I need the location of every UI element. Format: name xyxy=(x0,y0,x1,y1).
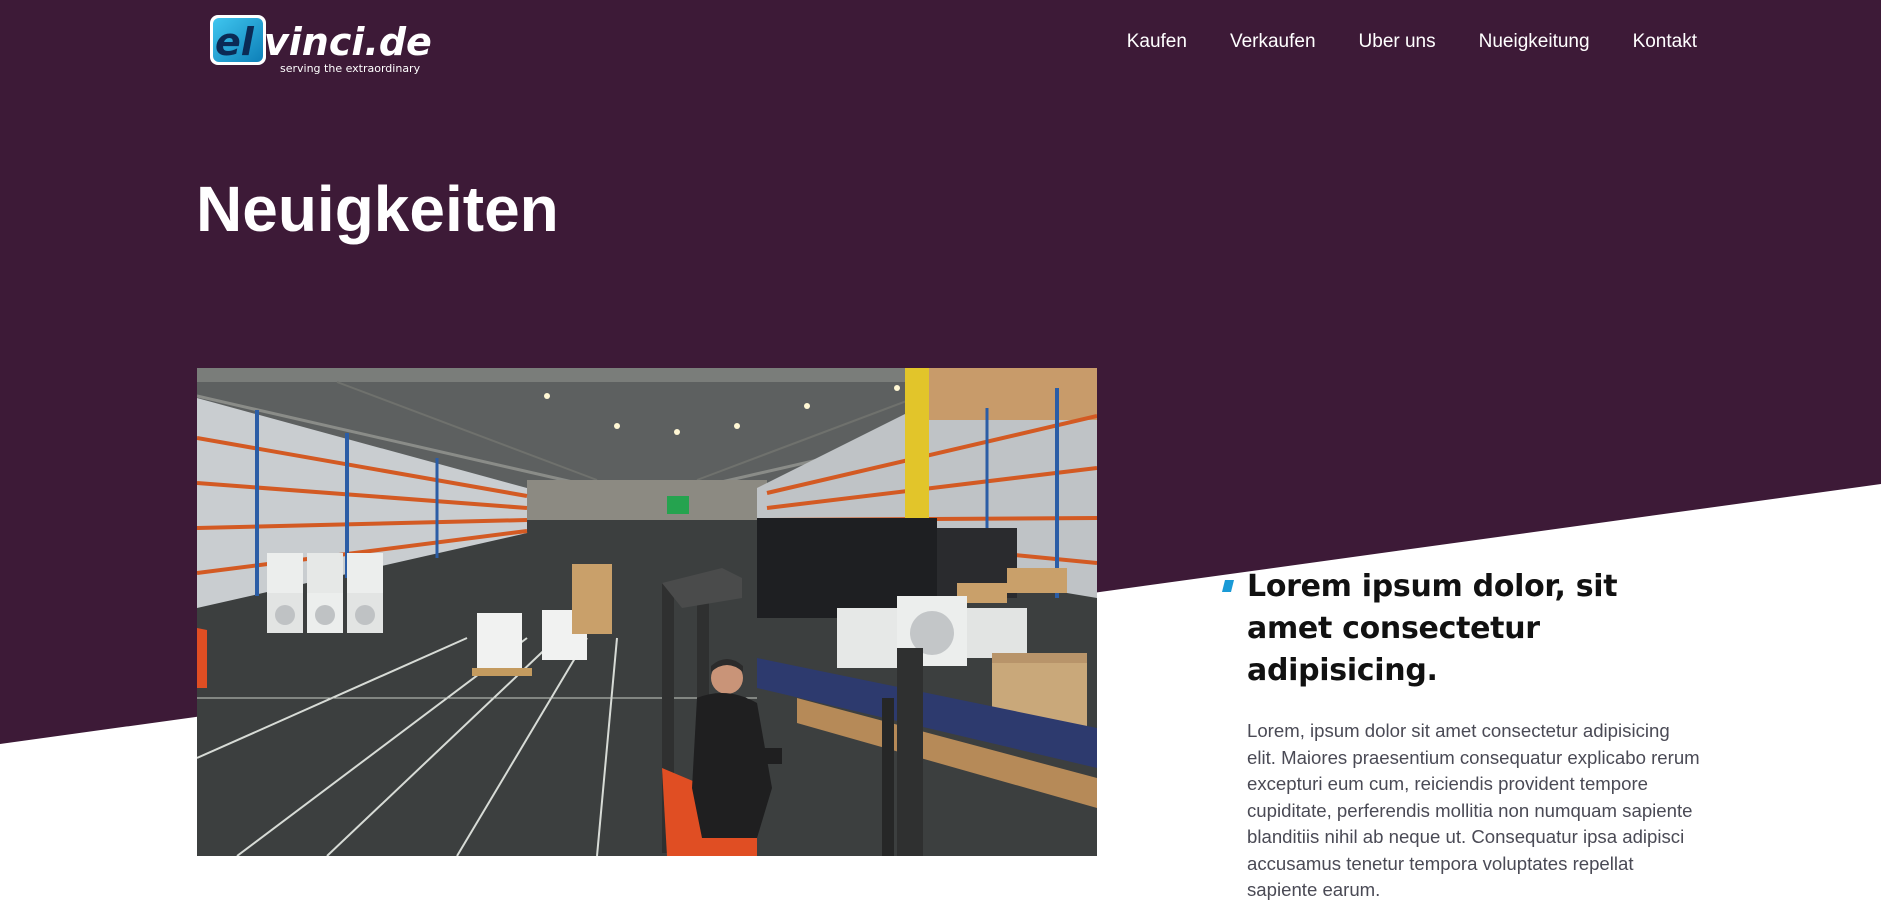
main-navigation: Kaufen Verkaufen Uber uns Nueigkeitung K… xyxy=(1084,30,1697,54)
logo-prefix: el xyxy=(215,20,255,64)
nav-neuigkeiten[interactable]: Nueigkeitung xyxy=(1479,30,1590,54)
nav-kaufen[interactable]: Kaufen xyxy=(1127,30,1187,54)
elvinci-logo[interactable]: el vinci.de serving the extraordinary xyxy=(204,12,434,78)
nav-uber-uns[interactable]: Uber uns xyxy=(1359,30,1436,54)
news-article: Lorem ipsum dolor, sit amet consectetur … xyxy=(1220,566,1700,904)
bullet-icon xyxy=(1222,580,1234,592)
article-body: Lorem, ipsum dolor sit amet consectetur … xyxy=(1247,720,1700,900)
warehouse-photo xyxy=(197,368,1097,856)
logo-suffix: vinci.de xyxy=(264,20,432,64)
nav-verkaufen[interactable]: Verkaufen xyxy=(1230,30,1316,54)
nav-kontakt[interactable]: Kontakt xyxy=(1633,30,1697,54)
page-title: Neuigkeiten xyxy=(196,173,559,245)
site-header: el vinci.de serving the extraordinary Ka… xyxy=(0,0,1881,90)
logo-tagline: serving the extraordinary xyxy=(280,62,421,75)
article-title[interactable]: Lorem ipsum dolor, sit amet consectetur … xyxy=(1247,566,1700,692)
